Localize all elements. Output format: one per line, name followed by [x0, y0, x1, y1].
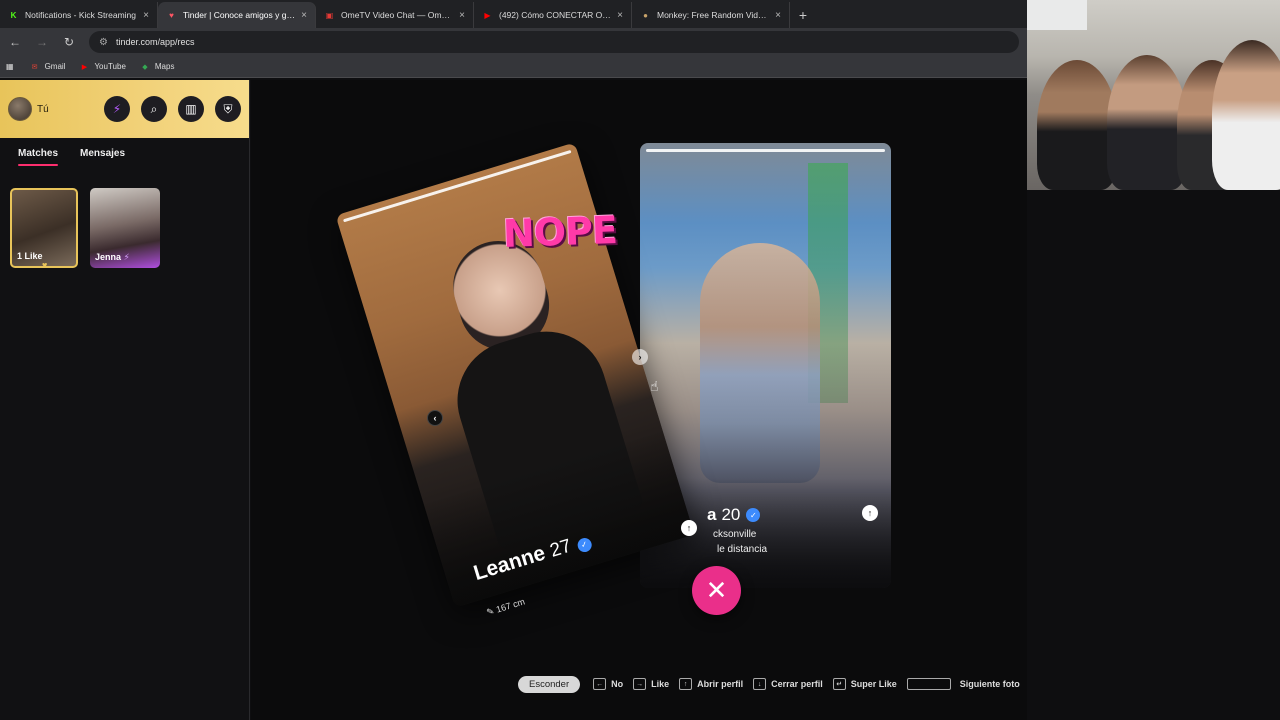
tab-matches[interactable]: Matches [18, 148, 59, 168]
close-icon[interactable]: × [617, 10, 623, 21]
next-photo-icon[interactable]: › [632, 349, 648, 365]
tab-tinder[interactable]: ♥ Tinder | Conoce amigos y gente × [158, 2, 316, 28]
open-profile-icon[interactable]: ↑ [681, 520, 697, 536]
close-icon[interactable]: × [459, 10, 465, 21]
tab-youtube[interactable]: ▶ (492) Cómo CONECTAR OBS Co × [474, 2, 632, 28]
site-info-icon[interactable]: ⚙ [99, 37, 108, 48]
shortcut-open-profile: ↑ Abrir perfil [679, 678, 743, 690]
sidebar-header: Tú ⚡ ⌕ ▥ ⛨ [0, 80, 249, 138]
safety-shield-icon[interactable]: ⛨ [215, 96, 241, 122]
tab-title: (492) Cómo CONECTAR OBS Co [499, 10, 611, 20]
shortcut-no: ← No [593, 678, 623, 690]
gmail-icon: ✉ [31, 63, 38, 71]
profile-photo [700, 243, 820, 483]
kick-icon: K [10, 10, 17, 20]
close-icon[interactable]: × [143, 10, 149, 21]
tab-title: OmeTV Video Chat — Omegle [341, 10, 454, 20]
enter-key-icon: ↵ [832, 678, 846, 690]
open-profile-icon[interactable]: ↑ [862, 505, 878, 521]
nope-button[interactable]: ✕ [692, 566, 741, 615]
right-key-icon: → [633, 678, 647, 690]
tinder-icon: ♥ [169, 10, 174, 20]
bookmark-gmail[interactable]: ✉ Gmail [30, 62, 66, 72]
shortcut-close-profile: ↓ Cerrar perfil [753, 678, 823, 690]
tinder-sidebar: Tú ⚡ ⌕ ▥ ⛨ Matches Mensajes 1 Like ♥ Jen… [0, 80, 250, 720]
heart-icon: ♥ [42, 260, 48, 268]
youtube-icon: ▶ [81, 63, 88, 71]
room-window [1027, 0, 1087, 30]
match-name: Jenna ⚡ [95, 252, 130, 262]
new-tab-button[interactable]: + [790, 2, 816, 28]
bookmark-label: Maps [154, 62, 175, 71]
tab-messages[interactable]: Mensajes [80, 148, 125, 168]
tab-title: Tinder | Conoce amigos y gente [183, 10, 296, 20]
hand-cursor-icon: ☝ [650, 378, 659, 394]
matches-list: 1 Like ♥ Jenna ⚡ [0, 168, 249, 268]
close-icon[interactable]: × [775, 10, 781, 21]
sidebar-tabs: Matches Mensajes [0, 138, 249, 168]
bookmark-label: Gmail [44, 62, 66, 71]
down-key-icon: ↓ [753, 678, 767, 690]
boost-icon: ⚡ [123, 252, 130, 262]
close-icon[interactable]: × [301, 10, 307, 21]
match-card-jenna[interactable]: Jenna ⚡ [90, 188, 160, 268]
profile-name[interactable]: Tú [37, 104, 93, 115]
reload-icon[interactable]: ↻ [57, 30, 81, 54]
up-key-icon: ↑ [679, 678, 693, 690]
bookmark-label: YouTube [94, 62, 126, 71]
bookmark-maps[interactable]: ◆ Maps [140, 62, 175, 72]
streamer-person [1037, 60, 1117, 190]
youtube-icon: ▶ [484, 10, 491, 20]
photo-progress-bar [646, 149, 885, 152]
hide-shortcuts-button[interactable]: Esconder [518, 675, 581, 693]
tab-monkey[interactable]: ● Monkey: Free Random Video Ch × [632, 2, 790, 28]
maps-icon: ◆ [142, 63, 148, 71]
left-key-icon: ← [593, 678, 607, 690]
apps-icon[interactable]: ▦ [6, 62, 14, 71]
profile-city: cksonville [713, 529, 757, 540]
tab-title: Notifications - Kick Streaming [25, 10, 137, 20]
forward-arrow-icon[interactable]: → [30, 30, 54, 54]
keyboard-shortcuts: Esconder ← No → Like ↑ Abrir perfil ↓ Cerrar… [518, 675, 1030, 693]
likes-count: 1 Like [17, 251, 43, 261]
shortcut-like: → Like [633, 678, 669, 690]
url-bar[interactable]: ⚙ tinder.com/app/recs [89, 31, 1019, 53]
nope-stamp: NOPE [502, 208, 618, 256]
next-profile-name: a 20 ✓ [707, 505, 761, 525]
monkey-icon: ● [643, 10, 648, 20]
shortcut-next-photo: Siguiente foto [906, 678, 1020, 690]
avatar[interactable] [8, 97, 32, 121]
streamer-person [1107, 55, 1187, 190]
profile-age: 20 [721, 505, 741, 524]
boost-icon[interactable]: ⚡ [104, 96, 130, 122]
verified-icon: ✓ [746, 508, 761, 522]
url-text: tinder.com/app/recs [115, 37, 195, 47]
ometv-icon: ▣ [325, 10, 334, 20]
previous-photo-icon[interactable]: ‹ [427, 410, 443, 426]
explore-icon[interactable]: ⌕ [141, 96, 167, 122]
bookmark-youtube[interactable]: ▶ YouTube [79, 62, 126, 72]
webcam-overlay [1027, 0, 1280, 190]
space-key-icon [906, 678, 951, 690]
tab-kick[interactable]: K Notifications - Kick Streaming × [0, 2, 158, 28]
tab-ometv[interactable]: ▣ OmeTV Video Chat — Omegle × [316, 2, 474, 28]
profile-name: a [707, 505, 717, 524]
streamer-person [1212, 40, 1280, 190]
shortcut-super-like: ↵ Super Like [832, 678, 897, 690]
tab-title: Monkey: Free Random Video Ch [657, 10, 770, 20]
swipe-night-icon[interactable]: ▥ [178, 96, 204, 122]
likes-you-card[interactable]: 1 Like ♥ [10, 188, 78, 268]
profile-distance: le distancia [717, 544, 768, 555]
back-arrow-icon[interactable]: ← [3, 30, 27, 54]
